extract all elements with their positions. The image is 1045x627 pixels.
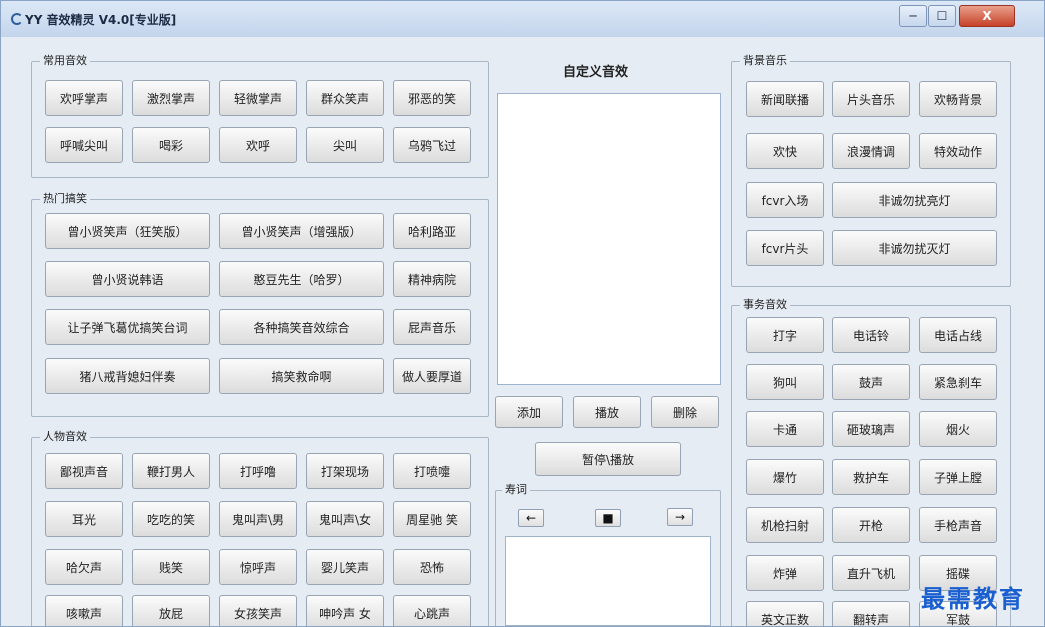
- sound-button[interactable]: 女孩笑声: [219, 595, 297, 626]
- music-button[interactable]: 欢畅背景: [919, 81, 997, 117]
- group-title: 人物音效: [40, 430, 90, 444]
- sound-button[interactable]: 开枪: [832, 507, 910, 543]
- sound-button[interactable]: 曾小贤笑声（狂笑版）: [45, 213, 210, 249]
- sound-button[interactable]: 鬼叫声\男: [219, 501, 297, 537]
- maximize-button[interactable]: ☐: [928, 5, 956, 27]
- sound-button[interactable]: 猪八戒背媳妇伴奏: [45, 358, 210, 394]
- sound-button[interactable]: 哈利路亚: [393, 213, 471, 249]
- sound-button[interactable]: 子弹上膛: [919, 459, 997, 495]
- music-button[interactable]: 非诚勿扰灭灯: [832, 230, 997, 266]
- sound-button[interactable]: 恐怖: [393, 549, 471, 585]
- sound-button[interactable]: 耳光: [45, 501, 123, 537]
- sound-button[interactable]: 鬼叫声\女: [306, 501, 384, 537]
- sound-button[interactable]: 做人要厚道: [393, 358, 471, 394]
- sound-button[interactable]: 鄙视声音: [45, 453, 123, 489]
- sound-button[interactable]: 狗叫: [746, 364, 824, 400]
- sound-button[interactable]: 乌鸦飞过: [393, 127, 471, 163]
- sound-button[interactable]: 手枪声音: [919, 507, 997, 543]
- sound-button[interactable]: 憨豆先生（哈罗）: [219, 261, 384, 297]
- sound-button[interactable]: 邪恶的笑: [393, 80, 471, 116]
- sound-button[interactable]: 打呼噜: [219, 453, 297, 489]
- sound-button[interactable]: 曾小贤笑声（增强版）: [219, 213, 384, 249]
- music-button[interactable]: fcvr片头: [746, 230, 824, 266]
- sound-button[interactable]: 爆竹: [746, 459, 824, 495]
- group-title: 寿词: [502, 483, 530, 497]
- sound-button[interactable]: 咳嗽声: [45, 595, 123, 626]
- app-window: YY 音效精灵 V4.0[专业版] ─ ☐ X 常用音效 欢呼掌声 激烈掌声 轻…: [0, 0, 1045, 627]
- sound-button[interactable]: 贱笑: [132, 549, 210, 585]
- sound-button[interactable]: 让子弹飞葛优搞笑台词: [45, 309, 210, 345]
- sound-button[interactable]: 各种搞笑音效综合: [219, 309, 384, 345]
- sound-button[interactable]: 欢呼: [219, 127, 297, 163]
- sound-button[interactable]: 电话占线: [919, 317, 997, 353]
- custom-sounds-list[interactable]: [497, 93, 721, 385]
- sound-button[interactable]: 打字: [746, 317, 824, 353]
- sound-button[interactable]: 婴儿笑声: [306, 549, 384, 585]
- sound-button[interactable]: 吃吃的笑: [132, 501, 210, 537]
- sound-button[interactable]: 鞭打男人: [132, 453, 210, 489]
- sound-button[interactable]: 尖叫: [306, 127, 384, 163]
- custom-sounds-title: 自定义音效: [563, 65, 629, 80]
- stop-button[interactable]: ■: [595, 509, 621, 527]
- sound-button[interactable]: 哈欠声: [45, 549, 123, 585]
- sound-button[interactable]: 放屁: [132, 595, 210, 626]
- sound-button[interactable]: 惊呼声: [219, 549, 297, 585]
- group-title: 事务音效: [740, 298, 790, 312]
- sound-button[interactable]: 烟火: [919, 411, 997, 447]
- sound-button[interactable]: 喝彩: [132, 127, 210, 163]
- sound-button[interactable]: 呻吟声 女: [306, 595, 384, 626]
- sound-button[interactable]: 紧急刹车: [919, 364, 997, 400]
- music-button[interactable]: 非诚勿扰亮灯: [832, 182, 997, 218]
- play-button[interactable]: 播放: [573, 396, 641, 428]
- app-logo-icon: [11, 13, 23, 25]
- sound-button[interactable]: 鼓声: [832, 364, 910, 400]
- music-button[interactable]: fcvr入场: [746, 182, 824, 218]
- sound-button[interactable]: 机枪扫射: [746, 507, 824, 543]
- sound-button[interactable]: 打喷嚏: [393, 453, 471, 489]
- group-title: 背景音乐: [740, 54, 790, 68]
- sound-button[interactable]: 英文正数: [746, 601, 824, 626]
- sound-button[interactable]: 直升飞机: [832, 555, 910, 591]
- sound-button[interactable]: 心跳声: [393, 595, 471, 626]
- delete-button[interactable]: 删除: [651, 396, 719, 428]
- lyrics-text-area[interactable]: [505, 536, 711, 626]
- sound-button[interactable]: 周星驰 笑: [393, 501, 471, 537]
- sound-button[interactable]: 激烈掌声: [132, 80, 210, 116]
- sound-button[interactable]: 曾小贤说韩语: [45, 261, 210, 297]
- music-button[interactable]: 片头音乐: [832, 81, 910, 117]
- window-title: YY 音效精灵 V4.0[专业版]: [25, 13, 177, 27]
- sound-button[interactable]: 轻微掌声: [219, 80, 297, 116]
- pause-play-button[interactable]: 暂停\播放: [535, 442, 681, 476]
- minimize-button[interactable]: ─: [899, 5, 927, 27]
- music-button[interactable]: 特效动作: [919, 133, 997, 169]
- sound-button[interactable]: 卡通: [746, 411, 824, 447]
- sound-button[interactable]: 呼喊尖叫: [45, 127, 123, 163]
- sound-button[interactable]: 打架现场: [306, 453, 384, 489]
- add-button[interactable]: 添加: [495, 396, 563, 428]
- watermark-text: 最需教育: [921, 584, 1025, 613]
- sound-button[interactable]: 炸弹: [746, 555, 824, 591]
- group-title: 热门搞笑: [40, 192, 90, 206]
- sound-button[interactable]: 翻转声: [832, 601, 910, 626]
- music-button[interactable]: 欢快: [746, 133, 824, 169]
- music-button[interactable]: 浪漫情调: [832, 133, 910, 169]
- sound-button[interactable]: 精神病院: [393, 261, 471, 297]
- sound-button[interactable]: 屁声音乐: [393, 309, 471, 345]
- sound-button[interactable]: 欢呼掌声: [45, 80, 123, 116]
- sound-button[interactable]: 砸玻璃声: [832, 411, 910, 447]
- close-button[interactable]: X: [959, 5, 1015, 27]
- title-bar[interactable]: YY 音效精灵 V4.0[专业版] ─ ☐ X: [1, 1, 1044, 37]
- music-button[interactable]: 新闻联播: [746, 81, 824, 117]
- sound-button[interactable]: 搞笑救命啊: [219, 358, 384, 394]
- prev-arrow-button[interactable]: ←: [518, 509, 544, 527]
- sound-button[interactable]: 救护车: [832, 459, 910, 495]
- group-title: 常用音效: [40, 54, 90, 68]
- sound-button[interactable]: 电话铃: [832, 317, 910, 353]
- sound-button[interactable]: 群众笑声: [306, 80, 384, 116]
- next-arrow-button[interactable]: →: [667, 508, 693, 526]
